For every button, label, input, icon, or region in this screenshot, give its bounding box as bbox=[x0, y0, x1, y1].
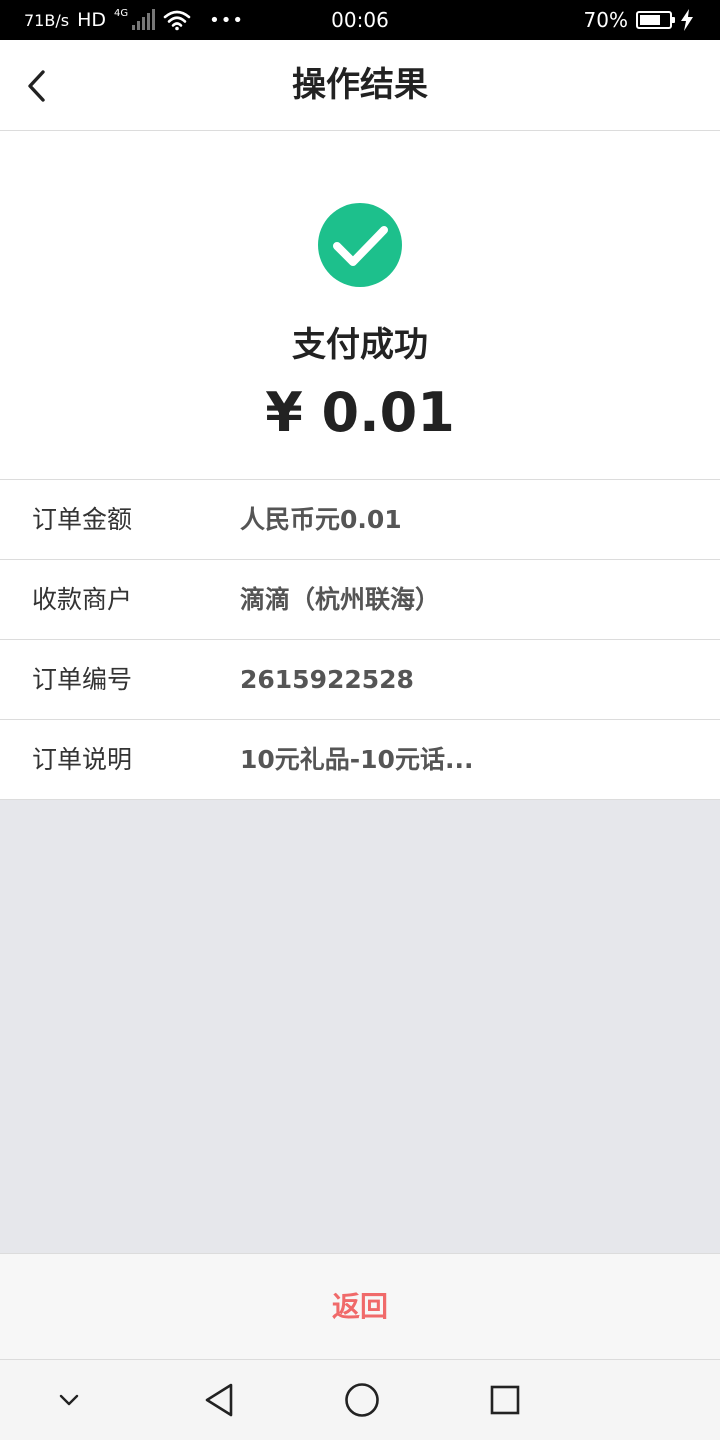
detail-label: 收款商户 bbox=[32, 585, 133, 614]
system-nav-bar bbox=[0, 1359, 720, 1440]
chevron-down-icon bbox=[59, 1394, 79, 1406]
payment-amount: ¥ 0.01 bbox=[265, 381, 455, 444]
detail-label: 订单编号 bbox=[32, 665, 133, 694]
payment-result: 支付成功 ¥ 0.01 bbox=[0, 131, 720, 479]
order-details: 订单金额 人民币元0.01 收款商户 滴滴（杭州联海） 订单编号 2615922… bbox=[0, 479, 720, 800]
detail-row-amount: 订单金额 人民币元0.01 bbox=[0, 480, 720, 560]
detail-value: 2615922528 bbox=[240, 665, 414, 694]
detail-row-order-number: 订单编号 2615922528 bbox=[0, 640, 720, 720]
detail-value: 人民币元0.01 bbox=[240, 505, 402, 534]
status-right: 70% bbox=[584, 0, 694, 40]
nav-collapse-button[interactable] bbox=[47, 1378, 91, 1422]
return-button[interactable]: 返回 bbox=[0, 1254, 720, 1360]
check-circle-icon bbox=[318, 203, 402, 287]
app-header: 操作结果 bbox=[0, 40, 720, 131]
charging-icon bbox=[681, 9, 693, 31]
detail-row-description: 订单说明 10元礼品-10元话... bbox=[0, 720, 720, 800]
footer-bar: 返回 bbox=[0, 1253, 720, 1359]
nav-back-button[interactable] bbox=[197, 1378, 241, 1422]
nav-home-button[interactable] bbox=[340, 1378, 384, 1422]
battery-icon bbox=[636, 11, 675, 29]
home-circle-icon bbox=[345, 1383, 379, 1417]
detail-label: 订单说明 bbox=[32, 745, 133, 774]
page-title: 操作结果 bbox=[292, 65, 428, 105]
battery-percent: 70% bbox=[583, 8, 628, 32]
recents-square-icon bbox=[490, 1385, 520, 1415]
battery-fill bbox=[640, 15, 660, 25]
status-bar: 71B/s HD 4G ••• 00:06 70% bbox=[0, 0, 720, 40]
result-status: 支付成功 bbox=[292, 325, 428, 365]
nav-recents-button[interactable] bbox=[483, 1378, 527, 1422]
detail-label: 订单金额 bbox=[32, 505, 133, 534]
detail-row-merchant: 收款商户 滴滴（杭州联海） bbox=[0, 560, 720, 640]
detail-value: 滴滴（杭州联海） bbox=[240, 585, 441, 614]
back-triangle-icon bbox=[205, 1383, 233, 1417]
detail-value: 10元礼品-10元话... bbox=[240, 745, 474, 774]
